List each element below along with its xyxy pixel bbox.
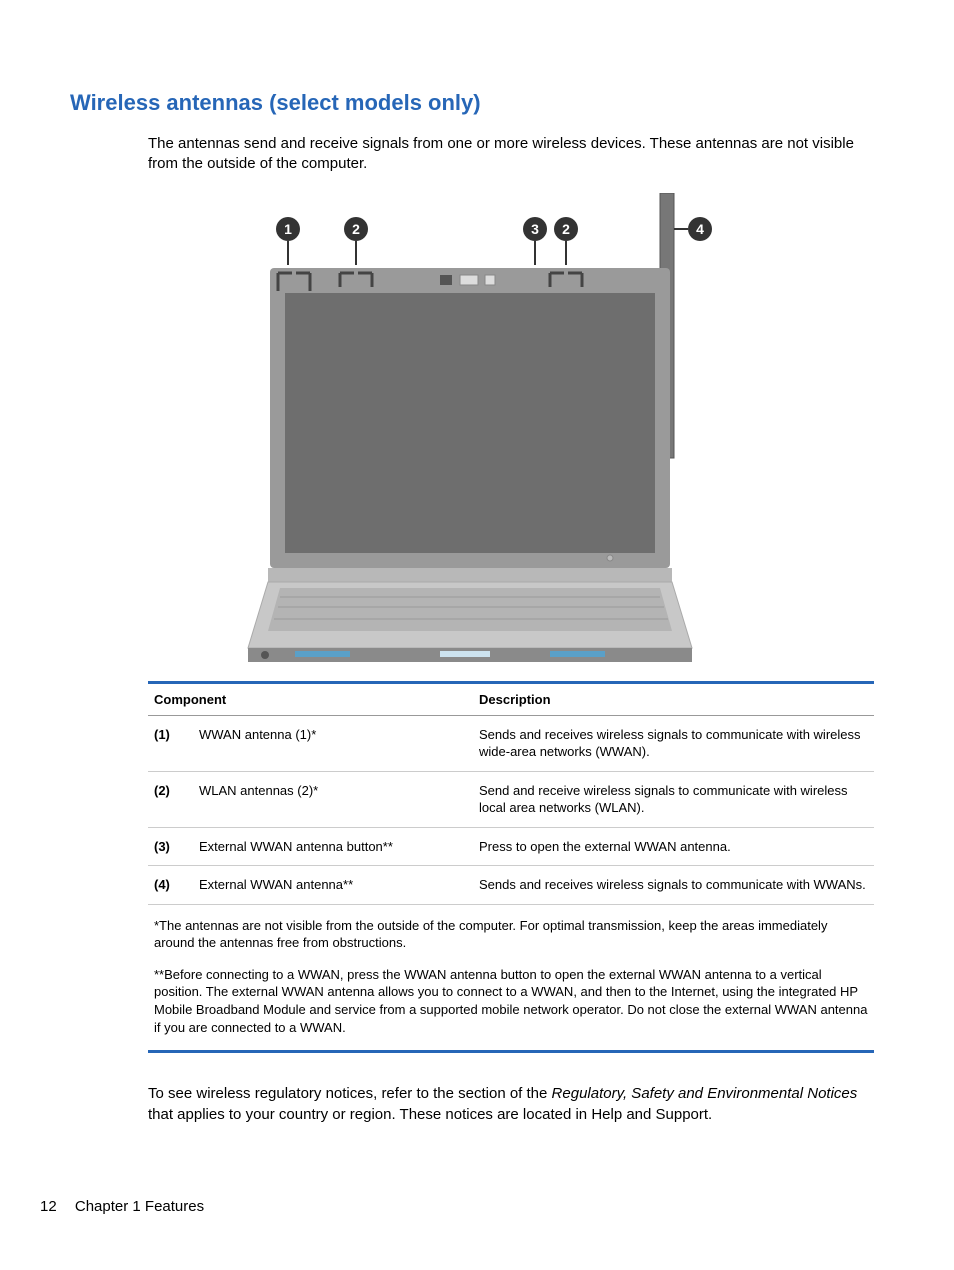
col-header-description: Description [473, 684, 874, 716]
svg-text:4: 4 [696, 221, 704, 237]
svg-text:1: 1 [284, 221, 292, 237]
table-row: (1) WWAN antenna (1)* Sends and receives… [148, 715, 874, 771]
row-component: WWAN antenna (1)* [193, 715, 473, 771]
row-description: Press to open the external WWAN antenna. [473, 827, 874, 866]
row-num: (2) [148, 771, 193, 827]
row-description: Sends and receives wireless signals to c… [473, 866, 874, 905]
table-row: (2) WLAN antennas (2)* Send and receive … [148, 771, 874, 827]
closing-italic: Regulatory, Safety and Environmental Not… [552, 1085, 858, 1102]
svg-text:2: 2 [352, 221, 360, 237]
row-num: (3) [148, 827, 193, 866]
row-component: External WWAN antenna** [193, 866, 473, 905]
closing-paragraph: To see wireless regulatory notices, refe… [148, 1083, 874, 1125]
page-footer: 12 Chapter 1 Features [40, 1198, 204, 1215]
row-num: (1) [148, 715, 193, 771]
laptop-antenna-diagram: 4 1 2 3 2 [240, 193, 720, 663]
svg-text:3: 3 [531, 221, 539, 237]
row-description: Sends and receives wireless signals to c… [473, 715, 874, 771]
component-table: Component Description (1) WWAN antenna (… [148, 681, 874, 1054]
table-row: (4) External WWAN antenna** Sends and re… [148, 866, 874, 905]
page-number: 12 [40, 1198, 57, 1215]
closing-mid: that applies to your country or region. … [148, 1106, 712, 1123]
svg-text:2: 2 [562, 221, 570, 237]
chapter-label: Chapter 1 Features [75, 1198, 204, 1215]
col-header-component: Component [148, 684, 473, 716]
closing-pre: To see wireless regulatory notices, refe… [148, 1085, 552, 1102]
footnote-2: **Before connecting to a WWAN, press the… [148, 952, 874, 1053]
row-num: (4) [148, 866, 193, 905]
row-description: Send and receive wireless signals to com… [473, 771, 874, 827]
intro-paragraph: The antennas send and receive signals fr… [148, 134, 874, 175]
table-row: (3) External WWAN antenna button** Press… [148, 827, 874, 866]
row-component: External WWAN antenna button** [193, 827, 473, 866]
footnote-1: *The antennas are not visible from the o… [148, 905, 874, 952]
row-component: WLAN antennas (2)* [193, 771, 473, 827]
section-heading: Wireless antennas (select models only) [70, 90, 884, 116]
